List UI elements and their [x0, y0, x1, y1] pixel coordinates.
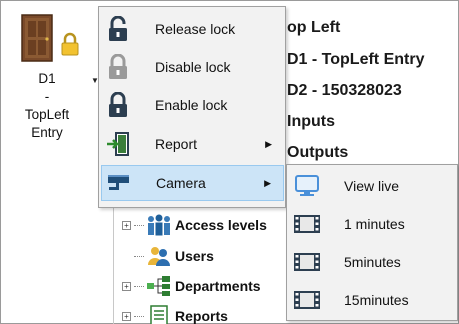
film-strip-icon [289, 285, 325, 315]
door-label-line-4: Entry [31, 125, 63, 140]
info-line-2: D1 - TopLeft Entry [287, 51, 425, 68]
tree-item-departments[interactable]: + Departments [122, 274, 261, 298]
disabled-padlock-icon [101, 52, 135, 82]
film-strip-icon [289, 247, 325, 277]
submenu-item-view-live[interactable]: View live [289, 168, 455, 204]
info-line-1: op Left [287, 19, 341, 36]
submenu-item-15minutes[interactable]: 15minutes [289, 282, 455, 318]
menu-item-report[interactable]: Report ▶ [101, 126, 284, 162]
expand-icon[interactable]: + [122, 281, 131, 291]
submenu-item-label: View live [344, 178, 399, 194]
menu-item-disable-lock[interactable]: Disable lock [101, 49, 284, 85]
submenu-item-label: 5minutes [344, 254, 401, 270]
submenu-item-5minutes[interactable]: 5minutes [289, 244, 455, 280]
door-exit-report-icon [101, 129, 135, 159]
camera-submenu: View live 1 minutes 5minutes 15minutes [286, 164, 458, 321]
menu-item-label: Camera [156, 175, 206, 191]
door-info-panel: op Left D1 - TopLeft Entry D2 - 15032802… [271, 11, 459, 171]
menu-item-label: Release lock [155, 21, 236, 37]
users-icon [148, 247, 170, 266]
tree-item-users[interactable]: Users [122, 244, 214, 268]
submenu-arrow-icon: ▶ [265, 138, 272, 149]
tree-item-label: Users [175, 248, 214, 264]
people-group-icon [148, 214, 170, 236]
submenu-item-1-minutes[interactable]: 1 minutes [289, 206, 455, 242]
submenu-item-label: 1 minutes [344, 216, 405, 232]
menu-item-release-lock[interactable]: Release lock [101, 11, 284, 47]
menu-item-enable-lock[interactable]: Enable lock [101, 87, 284, 123]
info-line-5: Outputs [287, 144, 349, 161]
door-icon [21, 14, 53, 62]
submenu-arrow-icon: ▶ [264, 177, 271, 188]
org-chart-icon [147, 276, 170, 296]
tree-item-reports[interactable]: + Reports [122, 304, 228, 324]
menu-item-label: Enable lock [155, 97, 228, 113]
tree-item-access-levels[interactable]: + Access levels [122, 213, 267, 237]
door-d1-button[interactable]: D1 - TopLeft Entry ▼ [5, 6, 99, 152]
film-strip-icon [289, 209, 325, 239]
tree-item-label: Departments [175, 278, 261, 294]
tree-connector [134, 224, 144, 226]
security-camera-icon [102, 168, 136, 198]
menu-item-label: Report [155, 136, 198, 152]
tree-item-label: Reports [175, 308, 228, 324]
unlocked-padlock-icon [101, 14, 135, 44]
door-label: D1 - TopLeft Entry [5, 70, 89, 142]
locked-padlock-icon [101, 90, 135, 120]
tree-connector [134, 315, 144, 317]
door-context-menu: Release lock Disable lock Enable lock Re… [98, 6, 286, 208]
tree-connector [134, 285, 144, 287]
tree-item-label: Access levels [175, 217, 267, 233]
menu-item-camera[interactable]: Camera ▶ [101, 165, 284, 201]
lock-badge-icon [61, 32, 79, 56]
window-frame: D1 - TopLeft Entry ▼ op Left D1 - TopLef… [0, 0, 459, 324]
submenu-item-label: 15minutes [344, 292, 409, 308]
door-label-line-2: - [44, 89, 50, 104]
tree-connector [134, 255, 144, 257]
door-label-line-3: TopLeft [24, 107, 70, 122]
info-line-3: D2 - 150328023 [287, 82, 402, 99]
expand-icon[interactable]: + [122, 311, 131, 321]
expand-icon[interactable]: + [122, 220, 131, 230]
info-line-4: Inputs [287, 113, 335, 130]
menu-item-label: Disable lock [155, 59, 231, 75]
monitor-icon [289, 171, 325, 201]
report-document-icon [150, 305, 168, 324]
door-label-line-1: D1 [38, 71, 56, 86]
navigation-tree: + Access levels Users + Departments + Re… [113, 207, 293, 324]
